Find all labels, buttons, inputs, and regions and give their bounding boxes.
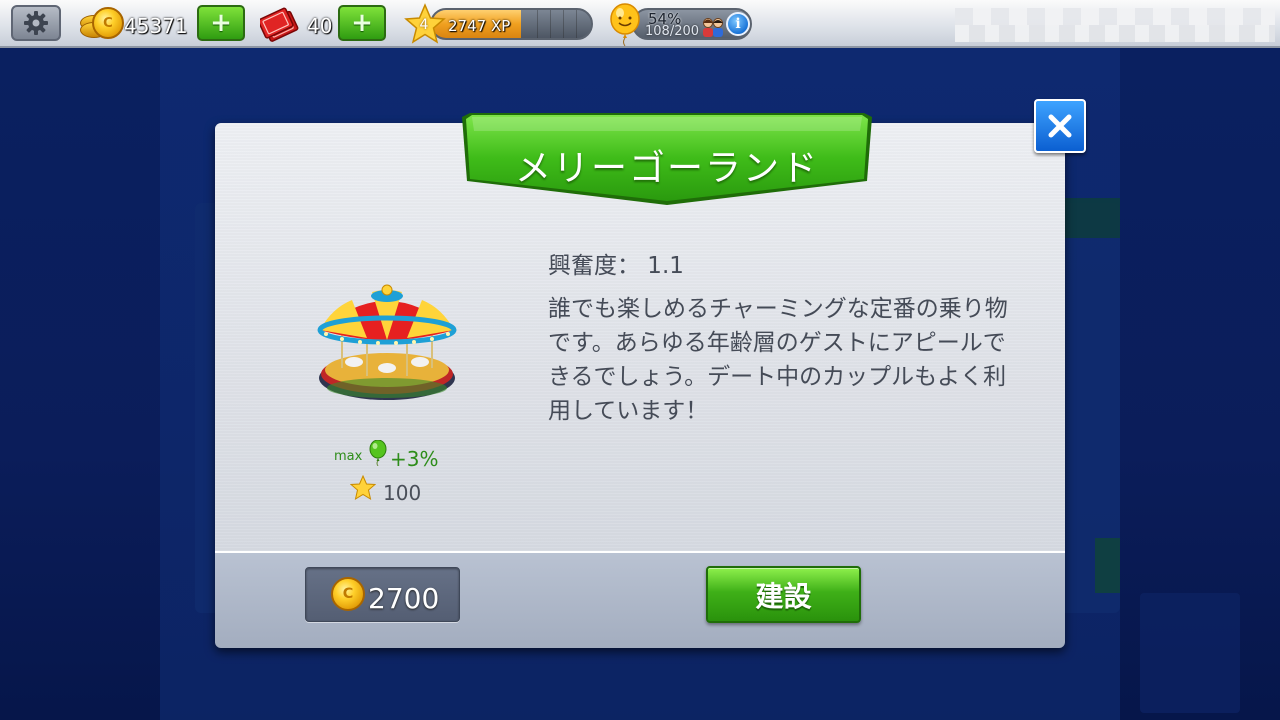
top-hud: 45371 + 40 + 4 2747 XP <box>0 0 1280 48</box>
gear-icon <box>24 11 48 35</box>
level-value: 4 <box>419 17 429 33</box>
plus-icon: + <box>351 8 373 38</box>
happiness-balloon-icon <box>369 440 387 466</box>
info-button[interactable]: i <box>726 12 750 36</box>
price-display: 2700 <box>305 567 460 622</box>
price-value: 2700 <box>368 582 440 615</box>
buy-coins-button[interactable]: + <box>197 5 245 41</box>
coin-icon <box>331 577 365 611</box>
tickets-icon <box>260 7 299 42</box>
settings-button[interactable] <box>11 5 61 41</box>
background-tab <box>1065 198 1120 238</box>
dialog-title: メリーゴーランド <box>514 148 819 189</box>
max-label: max <box>334 449 363 464</box>
coins-icon <box>80 6 124 42</box>
title-ribbon: メリーゴーランド <box>462 113 872 205</box>
background-detail <box>1095 538 1120 593</box>
close-icon <box>1048 114 1072 138</box>
guests-icon <box>703 18 723 37</box>
background-widget <box>1140 593 1240 713</box>
info-icon: i <box>735 16 741 32</box>
happiness-bonus: +3% <box>390 447 439 471</box>
blurred-region <box>955 8 1275 42</box>
guest-count: 108/200 <box>645 24 700 39</box>
xp-value: 2747 XP <box>448 17 511 35</box>
xp-star-icon <box>350 475 376 501</box>
plus-icon: + <box>210 8 232 38</box>
coins-value: 45371 <box>124 14 188 38</box>
buy-tickets-button[interactable]: + <box>338 5 386 41</box>
close-button[interactable] <box>1034 99 1086 153</box>
xp-reward: 100 <box>383 481 422 505</box>
tickets-value: 40 <box>307 14 333 38</box>
merry-go-round-image <box>317 284 457 400</box>
excitement-rating: 興奮度： 1.1 <box>548 253 684 279</box>
build-button[interactable]: 建設 <box>706 566 861 623</box>
happiness-balloon-icon <box>610 3 640 47</box>
ride-description: 誰でも楽しめるチャーミングな定番の乗り物です。あらゆる年齢層のゲストにアピールで… <box>548 296 1008 424</box>
